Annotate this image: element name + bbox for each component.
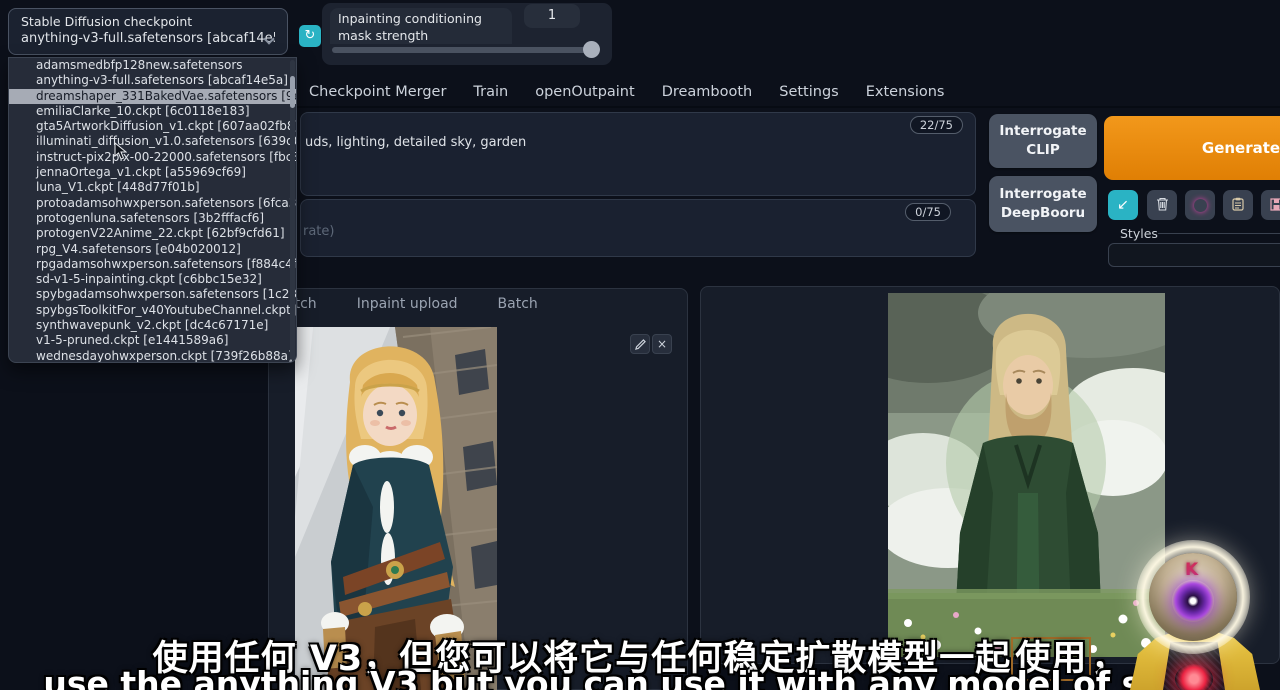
mask-strength-value-input[interactable]: 1 <box>524 4 580 28</box>
checkpoint-option[interactable]: rpg_V4.safetensors [e04b020012] <box>9 242 296 257</box>
dropdown-scrollbar-thumb[interactable] <box>290 76 295 108</box>
checkpoint-select[interactable]: Stable Diffusion checkpoint anything-v3-… <box>8 8 288 55</box>
mouse-cursor-icon <box>114 142 127 160</box>
remove-image-button[interactable]: × <box>652 334 672 354</box>
interrogate-clip-label-2: CLIP <box>989 141 1097 160</box>
interrogate-deepbooru-label-1: Interrogate <box>989 185 1097 204</box>
generated-image-man[interactable] <box>888 293 1165 657</box>
checkpoint-option[interactable]: synthwavepunk_v2.ckpt [dc4c67171e] <box>9 318 296 333</box>
img2img-subtab[interactable]: Inpaint upload <box>357 296 458 312</box>
img2img-subtab[interactable]: Batch <box>498 296 538 312</box>
interrogate-deepbooru-button[interactable]: Interrogate DeepBooru <box>989 176 1097 232</box>
main-tab[interactable]: openOutpaint <box>535 84 634 100</box>
checkpoint-select-label: Stable Diffusion checkpoint <box>21 14 275 29</box>
save-icon <box>1270 196 1280 215</box>
negative-prompt-textarea[interactable]: 0/75 rate) <box>300 199 976 257</box>
interrogate-clip-label-1: Interrogate <box>989 122 1097 141</box>
checkpoint-option[interactable]: illuminati_diffusion_v1.0.safetensors [6… <box>9 134 296 149</box>
stable-diffusion-webui: etchInpaint uploadBatch <box>0 0 1280 690</box>
checkpoint-option[interactable]: adamsmedbfp128new.safetensors <box>9 58 296 73</box>
main-tab-bar: Checkpoint Merger Train openOutpaint Dreamb… <box>297 78 1280 108</box>
extra-networks-icon <box>1194 199 1207 212</box>
save-style-button[interactable] <box>1261 190 1280 220</box>
checkpoint-option[interactable]: instruct-pix2pix-00-22000.safetensors [f… <box>9 150 296 165</box>
clear-prompt-button[interactable] <box>1147 190 1177 220</box>
checkpoint-option[interactable]: sd-v1-5-inpainting.ckpt [c6bbc15e32] <box>9 272 296 287</box>
checkpoint-option[interactable]: protoadamsohwxperson.safetensors [6fca38… <box>9 196 296 211</box>
generate-label: Generate <box>1202 139 1280 157</box>
checkpoint-option[interactable]: anything-v3-full.safetensors [abcaf14e5a… <box>9 73 296 88</box>
refresh-checkpoints-button[interactable]: ↻ <box>299 25 321 47</box>
interrogate-clip-button[interactable]: Interrogate CLIP <box>989 114 1097 168</box>
avatar-letter: K <box>1185 560 1198 580</box>
checkpoint-option[interactable]: jennaOrtega_v1.ckpt [a55969cf69] <box>9 165 296 180</box>
negative-token-counter: 0/75 <box>905 203 951 221</box>
clipboard-icon <box>1232 196 1244 215</box>
edit-image-button[interactable] <box>630 334 650 354</box>
main-tab[interactable]: Dreambooth <box>662 84 753 100</box>
checkpoint-option[interactable]: gta5ArtworkDiffusion_v1.ckpt [607aa02fb8… <box>9 119 296 134</box>
mask-strength-label: Inpainting conditioning mask strength <box>330 8 512 44</box>
avatar-eye-icon <box>1172 580 1214 622</box>
img2img-subtabs: etchInpaint uploadBatch <box>286 296 538 312</box>
styles-label: Styles <box>1120 226 1158 241</box>
negative-prompt-placeholder: rate) <box>303 224 334 239</box>
interrogate-deepbooru-label-2: DeepBooru <box>989 204 1097 223</box>
checkpoint-option[interactable]: rpgadamsohwxperson.safetensors [f884c4ff… <box>9 257 296 272</box>
checkpoint-option[interactable]: protogenluna.safetensors [3b2fffacf6] <box>9 211 296 226</box>
main-tab[interactable]: Settings <box>779 84 838 100</box>
trash-icon <box>1156 196 1169 215</box>
checkpoint-dropdown-list: adamsmedbfp128new.safetensorsanything-v3… <box>8 57 297 363</box>
avatar-chest-orb <box>1175 664 1213 690</box>
main-tab[interactable]: Train <box>473 84 508 100</box>
prompt-textarea[interactable]: 22/75 uds, lighting, detailed sky, garde… <box>300 112 976 196</box>
prompt-text: uds, lighting, detailed sky, garden <box>305 135 526 150</box>
checkpoint-option[interactable]: dreamshaper_331BakedVae.safetensors [9e9… <box>9 89 296 104</box>
extra-networks-button[interactable] <box>1185 190 1215 220</box>
checkpoint-option[interactable]: emiliaClarke_10.ckpt [6c0118e183] <box>9 104 296 119</box>
styles-fieldset-line <box>1158 233 1280 234</box>
mask-strength-slider-handle[interactable] <box>583 41 600 58</box>
checkpoint-option[interactable]: spybgadamsohwxperson.safetensors [1c2320… <box>9 287 296 302</box>
subtitle-english: use the anything V3 but you can use it w… <box>0 664 1280 690</box>
prompt-token-counter: 22/75 <box>910 116 963 134</box>
checkpoint-option[interactable]: spybgsToolkitFor_v40YoutubeChannel.ckpt … <box>9 303 296 318</box>
mask-strength-slider[interactable] <box>332 47 594 53</box>
refresh-icon: ↻ <box>305 28 316 43</box>
checkpoint-option[interactable]: wednesdayohwxperson.ckpt [739f26b88a] <box>9 349 296 363</box>
styles-dropdown[interactable] <box>1108 243 1280 267</box>
checkpoint-select-value: anything-v3-full.safetensors [abcaf14e5a… <box>21 31 275 46</box>
checkpoint-option[interactable]: protogenV22Anime_22.ckpt [62bf9cfd61] <box>9 226 296 241</box>
apply-style-button[interactable] <box>1223 190 1253 220</box>
arrow-down-left-icon: ↙ <box>1117 197 1129 213</box>
generate-button[interactable]: Generate <box>1104 116 1280 180</box>
paste-generation-params-button[interactable]: ↙ <box>1108 190 1138 220</box>
main-tab[interactable]: Extensions <box>866 84 945 100</box>
checkpoint-option[interactable]: v1-5-pruned.ckpt [e1441589a6] <box>9 333 296 348</box>
main-tab[interactable]: Checkpoint Merger <box>309 84 446 100</box>
checkpoint-option[interactable]: luna_V1.ckpt [448d77f01b] <box>9 180 296 195</box>
